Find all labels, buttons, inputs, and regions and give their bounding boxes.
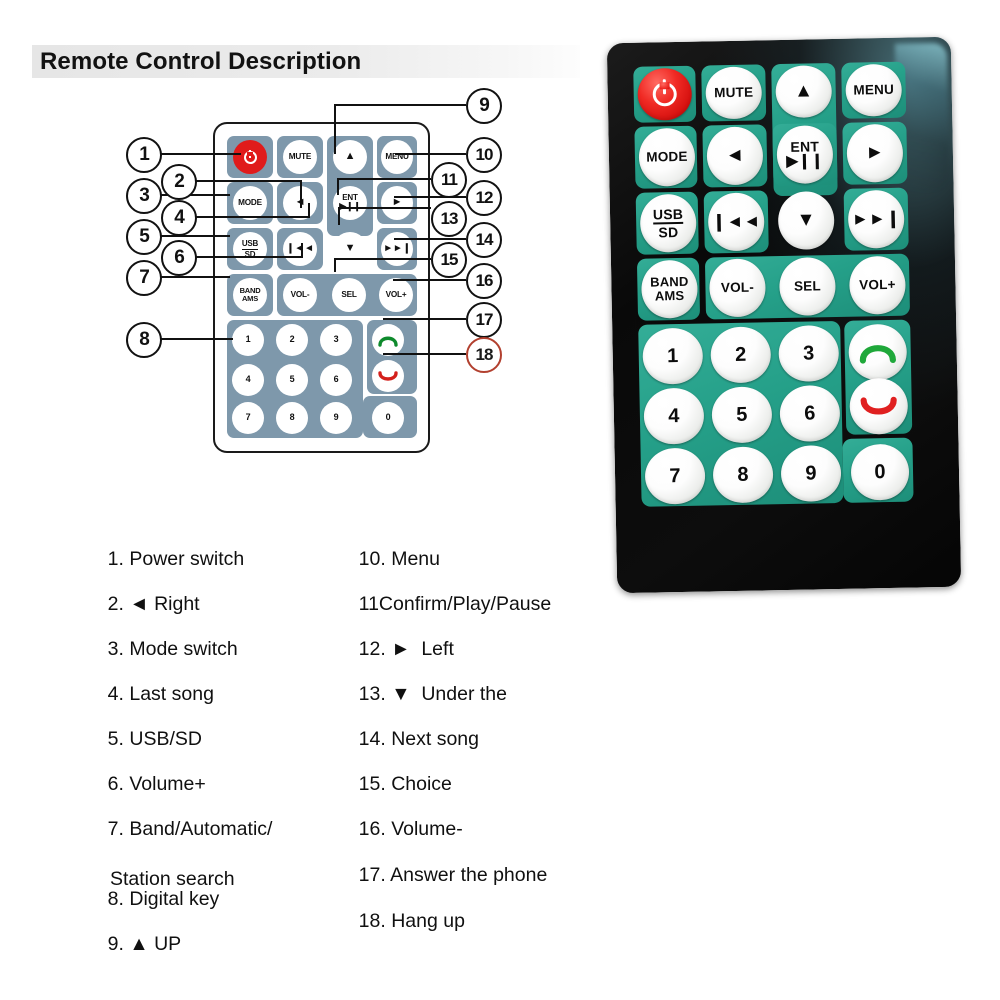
leader-line-10 [395, 153, 466, 155]
leader-line-9 [334, 104, 466, 106]
diagram-key-4[interactable]: 4 [232, 364, 264, 396]
diagram-right-button[interactable]: ► [381, 186, 413, 220]
hang-up-icon [378, 371, 398, 381]
callout-7[interactable]: 7 [126, 260, 162, 296]
diagram-sel-button[interactable]: SEL [332, 278, 366, 312]
diagram-key-9[interactable]: 9 [320, 402, 352, 434]
leader-line-4 [193, 216, 310, 218]
diagram-volminus-button[interactable]: VOL- [283, 278, 317, 312]
ams-label: AMS [654, 287, 685, 304]
leader-line-13 [338, 207, 431, 209]
power-icon [243, 150, 257, 164]
callout-6[interactable]: 6 [161, 240, 197, 276]
diagram-band-button[interactable]: BAND AMS [233, 278, 267, 312]
answer-call-icon [859, 345, 896, 364]
callout-1[interactable]: 1 [126, 137, 162, 173]
legend-item-9: 9. ▲ UP [86, 907, 182, 982]
leader-line-6-vertical [301, 243, 303, 258]
page-title: Remote Control Description [40, 48, 362, 75]
leader-line-1 [158, 153, 241, 155]
leader-line-14 [394, 238, 466, 240]
remote-photo: MUTE ▲ MENU MODE ◄ ENT ▶❙❙ ► USB SD ❙◄◄ … [606, 36, 962, 594]
leader-line-9-vertical [334, 104, 336, 154]
legend-num-9: 9. [107, 933, 124, 955]
callout-4[interactable]: 4 [161, 200, 197, 236]
leader-line-15 [334, 258, 431, 260]
diagram-usbsd-button[interactable]: USB SD [233, 232, 267, 266]
leader-line-13-vertical [338, 207, 340, 225]
legend-text-16: Volume- [391, 818, 463, 840]
diagram-power-button[interactable] [233, 140, 267, 174]
diagram-volplus-button[interactable]: VOL+ [379, 278, 413, 312]
usb-label: USB [241, 238, 259, 250]
diagram-prev-button[interactable]: ❙◄◄ [283, 232, 317, 266]
answer-call-icon [378, 336, 398, 347]
callout-14[interactable]: 14 [466, 222, 502, 258]
diagram-key-8[interactable]: 8 [276, 402, 308, 434]
legend-num-7: 7. [107, 818, 124, 840]
diagram-key-3[interactable]: 3 [320, 324, 352, 356]
legend-text-18: Hang up [391, 910, 465, 932]
callout-11[interactable]: 11 [431, 162, 467, 198]
callout-13[interactable]: 13 [431, 201, 467, 237]
callout-16[interactable]: 16 [466, 263, 502, 299]
leader-line-11-vertical [337, 178, 339, 195]
diagram-mute-button[interactable]: MUTE [283, 140, 317, 174]
ams-label: AMS [241, 294, 259, 303]
legend-num-17: 17. [358, 864, 386, 886]
callout-18[interactable]: 18 [466, 337, 502, 373]
legend-num-16: 16. [358, 818, 386, 840]
callout-2[interactable]: 2 [161, 164, 197, 200]
hang-up-icon [860, 396, 897, 415]
diagram-key-0[interactable]: 0 [372, 402, 404, 434]
photo-playpause-icon: ▶❙❙ [786, 152, 824, 171]
diagram-up-button[interactable]: ▲ [333, 140, 367, 174]
leader-line-5 [158, 235, 230, 237]
callout-5[interactable]: 5 [126, 219, 162, 255]
leader-line-15-vertical [334, 258, 336, 272]
leader-line-8 [158, 338, 233, 340]
diagram-remote-body: MUTE ▲ MENU MODE ◄ ENT ▶❙❙ ► USB SD ❙◄◄ … [213, 122, 430, 453]
usb-label: USB [652, 205, 684, 225]
leader-line-11 [337, 178, 431, 180]
leader-line-2-vertical [300, 180, 302, 208]
callout-15[interactable]: 15 [431, 242, 467, 278]
diagram-key-1[interactable]: 1 [232, 324, 264, 356]
diagram-key-2[interactable]: 2 [276, 324, 308, 356]
legend-text-9: ▲ UP [129, 933, 182, 955]
diagram-menu-button[interactable]: MENU [381, 140, 413, 174]
legend-text-7: Band/Automatic/ [129, 818, 273, 840]
leader-line-17 [383, 318, 466, 320]
leader-line-6 [193, 256, 303, 258]
callout-10[interactable]: 10 [466, 137, 502, 173]
legend-num-18: 18. [358, 910, 386, 932]
callout-12[interactable]: 12 [466, 180, 502, 216]
diagram-answer-call-button[interactable] [372, 324, 404, 356]
diagram-key-6[interactable]: 6 [320, 364, 352, 396]
diagram-mode-button[interactable]: MODE [233, 186, 267, 220]
legend-item-18: 18. Hang up [337, 884, 465, 959]
diagram-key-5[interactable]: 5 [276, 364, 308, 396]
diagram-down-button[interactable]: ▼ [333, 232, 367, 266]
legend-text-17: Answer the phone [390, 864, 548, 886]
sd-label: SD [658, 224, 679, 241]
callout-9[interactable]: 9 [466, 88, 502, 124]
leader-line-4-vertical [308, 203, 310, 218]
usb-sd-icon: USB SD [652, 205, 684, 241]
power-icon [652, 82, 677, 107]
diagram-key-7[interactable]: 7 [232, 402, 264, 434]
leader-line-16 [393, 279, 466, 281]
callout-17[interactable]: 17 [466, 302, 502, 338]
leader-line-7 [158, 276, 230, 278]
leader-line-18 [383, 353, 466, 355]
callout-3[interactable]: 3 [126, 178, 162, 214]
leader-line-2 [193, 180, 302, 182]
diagram-hangup-button[interactable] [372, 360, 404, 392]
callout-8[interactable]: 8 [126, 322, 162, 358]
